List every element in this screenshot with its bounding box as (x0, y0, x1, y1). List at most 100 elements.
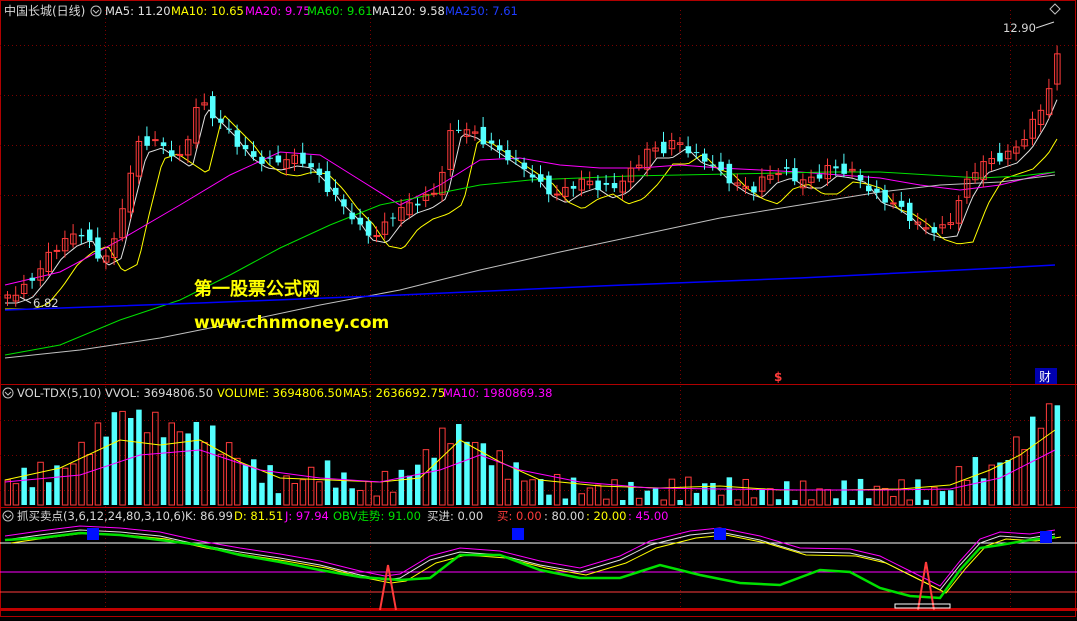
volume-bar-down[interactable] (251, 459, 257, 505)
candle-down[interactable] (357, 217, 364, 225)
volume-bar-down[interactable] (398, 469, 405, 505)
candle-down[interactable] (661, 141, 667, 154)
candle-down[interactable] (210, 96, 216, 119)
candle-down[interactable] (365, 221, 372, 236)
volume-bar-down[interactable] (324, 460, 331, 505)
volume-bar-down[interactable] (136, 409, 142, 505)
candle-up[interactable] (53, 249, 61, 252)
candle-down[interactable] (144, 136, 150, 146)
candle-down[interactable] (341, 199, 347, 207)
candle-down[interactable] (267, 157, 273, 159)
volume-bar-down[interactable] (866, 498, 872, 505)
candle-down[interactable] (997, 152, 1003, 162)
candle-down[interactable] (497, 145, 503, 151)
candle-down[interactable] (251, 151, 257, 157)
candle-down[interactable] (718, 161, 724, 171)
volume-bar-down[interactable] (849, 500, 856, 505)
volume-bar-down[interactable] (242, 464, 249, 505)
volume-bar-down[interactable] (939, 491, 946, 505)
volume-bar-down[interactable] (111, 412, 118, 505)
volume-bar-down[interactable] (833, 498, 839, 505)
candle-down[interactable] (29, 277, 36, 281)
volume-bar-down[interactable] (562, 498, 569, 505)
candle-down[interactable] (316, 168, 323, 175)
candle-down[interactable] (538, 174, 544, 182)
candle-down[interactable] (226, 128, 232, 130)
candle-down[interactable] (611, 183, 618, 189)
volume-indicator-name[interactable]: VOL-TDX(5,10) (17, 386, 101, 400)
volume-bar-down[interactable] (333, 487, 339, 505)
volume-bar-down[interactable] (915, 479, 921, 505)
candle-down[interactable] (415, 203, 421, 206)
candle-down[interactable] (300, 152, 306, 164)
volume-bar-down[interactable] (841, 480, 847, 505)
volume-bar-down[interactable] (46, 482, 52, 505)
candle-down[interactable] (480, 126, 487, 145)
volume-bar-down[interactable] (456, 424, 462, 505)
candle-down[interactable] (242, 145, 249, 150)
volume-bar-down[interactable] (1005, 460, 1011, 505)
candle-down[interactable] (87, 229, 93, 241)
volume-bar-down[interactable] (275, 493, 282, 505)
financial-marker[interactable]: 财 (1039, 370, 1051, 384)
candle-down[interactable] (513, 158, 519, 160)
volume-bar-down[interactable] (349, 488, 355, 505)
volume-bar-down[interactable] (464, 441, 470, 505)
volume-bar-down[interactable] (210, 425, 216, 505)
candle-up[interactable] (430, 192, 438, 195)
candle-down[interactable] (816, 174, 823, 179)
volume-bar-down[interactable] (193, 421, 200, 505)
volume-bar-down[interactable] (546, 494, 552, 505)
candle-down[interactable] (931, 227, 938, 233)
volume-bar-down[interactable] (644, 490, 651, 505)
volume-bar-down[interactable] (997, 462, 1003, 505)
volume-bar-down[interactable] (759, 488, 765, 505)
candle-up[interactable] (890, 202, 897, 205)
volume-bar-down[interactable] (628, 481, 634, 505)
volume-bar-down[interactable] (54, 465, 60, 505)
volume-bar-down[interactable] (341, 472, 347, 505)
volume-bar-down[interactable] (1054, 405, 1061, 505)
candle-down[interactable] (78, 234, 85, 237)
candle-down[interactable] (324, 171, 331, 193)
volume-bar-down[interactable] (857, 478, 864, 505)
candle-down[interactable] (874, 188, 880, 193)
volume-bar-down[interactable] (677, 500, 683, 505)
volume-bar-down[interactable] (792, 500, 798, 505)
volume-bar-down[interactable] (415, 464, 421, 505)
volume-bar-down[interactable] (923, 499, 929, 505)
candle-down[interactable] (349, 212, 355, 220)
candle-down[interactable] (792, 168, 798, 182)
candle-down[interactable] (160, 142, 167, 147)
candle-down[interactable] (308, 163, 314, 168)
candle-down[interactable] (841, 163, 847, 174)
indicator-name[interactable]: 抓买卖点(3,6,12,24,80,3,10,6) (17, 509, 185, 523)
volume-bar-down[interactable] (259, 482, 265, 505)
candle-down[interactable] (275, 155, 282, 163)
volume-bar-down[interactable] (693, 492, 700, 505)
candle-down[interactable] (685, 146, 692, 154)
candle-down[interactable] (390, 217, 396, 219)
volume-bar-down[interactable] (29, 487, 36, 505)
volume-bar-down[interactable] (784, 481, 790, 505)
candle-down[interactable] (702, 153, 708, 162)
dividend-marker[interactable]: $ (774, 370, 782, 384)
candle-down[interactable] (882, 189, 888, 203)
candle-down[interactable] (333, 187, 339, 195)
candle-down[interactable] (259, 156, 265, 164)
candle-down[interactable] (456, 129, 462, 131)
candle-down[interactable] (693, 152, 700, 154)
volume-bar-down[interactable] (406, 475, 413, 505)
volume-bar-down[interactable] (948, 490, 954, 505)
candle-down[interactable] (505, 150, 511, 161)
volume-bar-down[interactable] (128, 418, 134, 505)
candle-down[interactable] (595, 180, 601, 191)
candle-up[interactable] (152, 139, 159, 142)
candle-down[interactable] (857, 174, 864, 181)
candle-down[interactable] (898, 200, 905, 207)
volume-bar-down[interactable] (652, 488, 659, 505)
candle-down[interactable] (218, 118, 224, 123)
volume-bar-down[interactable] (488, 465, 495, 505)
candle-down[interactable] (521, 162, 528, 170)
candle-down[interactable] (234, 130, 241, 147)
